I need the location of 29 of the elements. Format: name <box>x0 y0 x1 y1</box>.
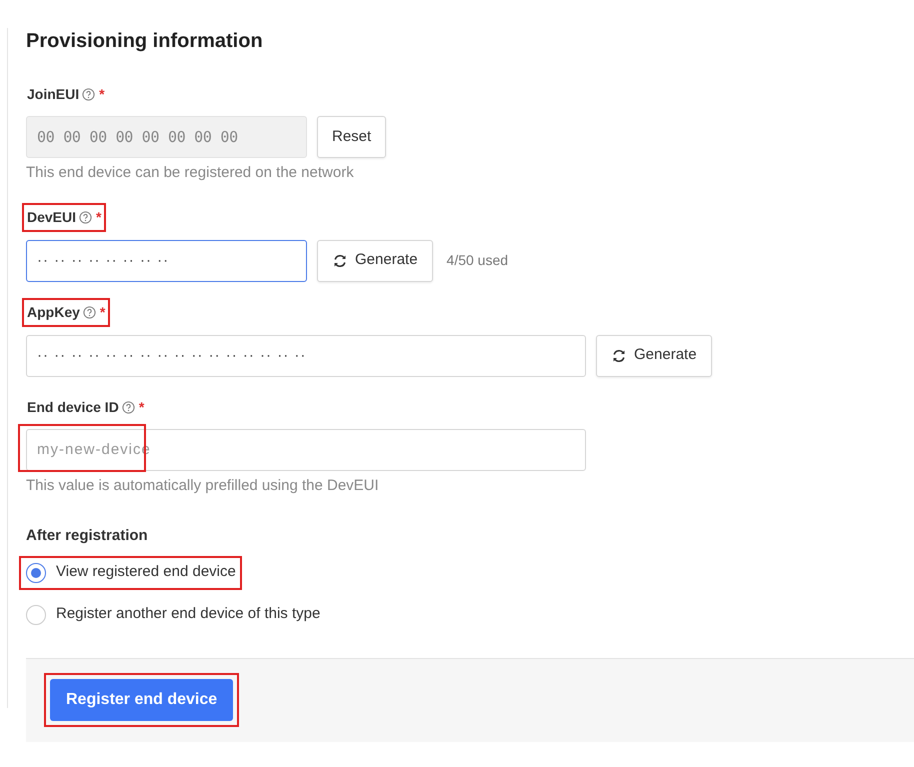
field-label: End device ID <box>27 398 119 416</box>
section-title: Provisioning information <box>26 29 264 54</box>
required-mark: * <box>96 208 102 226</box>
usage-count: 4/50 used <box>446 251 508 270</box>
radio-option[interactable]: Register another end device of this type <box>21 600 324 630</box>
hint-text: This end device can be registered on the network <box>26 163 355 183</box>
radio-button[interactable] <box>26 604 46 624</box>
field-label: JoinEUI <box>27 85 80 104</box>
help-icon[interactable] <box>82 306 96 318</box>
generate-button[interactable]: Generate <box>317 240 433 282</box>
input-field[interactable]: ·· ·· ·· ·· ·· ·· ·· ·· <box>26 240 307 282</box>
required-mark: * <box>99 85 105 104</box>
help-icon[interactable] <box>79 210 92 224</box>
help-icon[interactable] <box>82 88 96 101</box>
option-label: Register another end device of this type <box>56 604 320 624</box>
field-label: DevEUI <box>27 208 76 226</box>
generate-button[interactable]: Generate <box>596 334 712 376</box>
radio-button[interactable] <box>26 562 46 582</box>
group-label: After registration <box>26 526 149 546</box>
register-button[interactable]: Register end device <box>50 679 234 721</box>
help-icon[interactable] <box>122 400 135 414</box>
hint-text: This value is automatically prefilled using the DevEUI <box>26 476 380 496</box>
radio-option[interactable]: View registered end device <box>21 558 240 588</box>
option-label: View registered end device <box>56 562 236 582</box>
input-field[interactable]: ·· ·· ·· ·· ·· ·· ·· ·· ·· ·· ·· ·· ·· ·· ·· ·· <box>26 334 586 376</box>
required-mark: * <box>100 302 106 322</box>
required-mark: * <box>138 398 144 416</box>
field-label: AppKey <box>27 302 80 322</box>
reset-button[interactable]: Reset <box>317 116 386 158</box>
